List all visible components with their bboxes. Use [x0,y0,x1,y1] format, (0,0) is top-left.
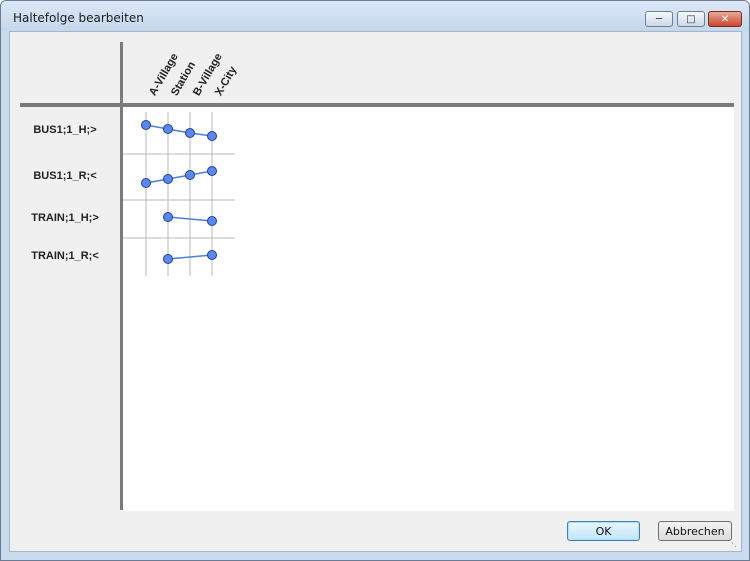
stop-node [141,178,151,188]
dialog-content: A-Village Station B-Village X-City BUS1;… [9,31,742,552]
route-diagram [123,112,235,276]
minimize-button[interactable]: ─ [645,11,673,27]
close-button[interactable]: ✕ [708,11,742,27]
stop-node [207,131,217,141]
stop-node [141,120,151,130]
maximize-icon: □ [686,13,696,25]
stop-node [163,124,173,134]
ok-button[interactable]: OK [567,521,640,541]
title-bar[interactable]: Haltefolge bearbeiten ─ □ ✕ [1,1,749,31]
stop-node [185,128,195,138]
resize-grip-icon[interactable]: ⋱ [728,539,737,549]
close-icon: ✕ [720,13,730,25]
stop-node [185,170,195,180]
stop-node [207,250,217,260]
minimize-icon: ─ [655,13,663,25]
maximize-button[interactable]: □ [677,11,705,27]
stop-node [163,254,173,264]
window-title: Haltefolge bearbeiten [13,11,144,25]
stop-node [163,174,173,184]
cancel-button[interactable]: Abbrechen [658,521,732,541]
stop-node [163,212,173,222]
stop-node [207,166,217,176]
stop-node [207,216,217,226]
dialog-window: Haltefolge bearbeiten ─ □ ✕ A-Village St… [0,0,750,561]
